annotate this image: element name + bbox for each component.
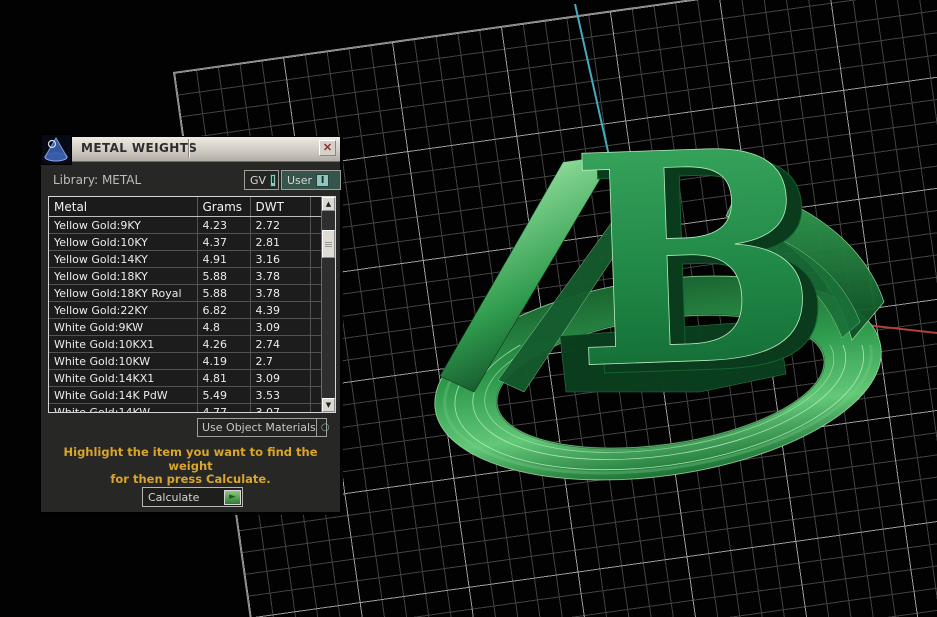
table-row[interactable]: White Gold:10KW 4.19 2.7 <box>49 353 321 370</box>
user-label: User <box>287 174 312 187</box>
scrollbar-grip <box>325 242 332 248</box>
cell-spacer <box>310 336 321 353</box>
cell-metal[interactable]: White Gold:10KX1 <box>49 336 197 353</box>
table-scrollbar[interactable]: ▲ ▼ <box>321 197 335 412</box>
cell-grams[interactable]: 6.82 <box>197 302 250 319</box>
cell-spacer <box>310 370 321 387</box>
table-row[interactable]: Yellow Gold:10KY 4.37 2.81 <box>49 234 321 251</box>
cell-dwt[interactable]: 3.53 <box>250 387 310 404</box>
table-row[interactable]: White Gold:10KX1 4.26 2.74 <box>49 336 321 353</box>
table-row[interactable]: White Gold:14KW 4.77 3.07 <box>49 404 321 414</box>
cell-grams[interactable]: 4.91 <box>197 251 250 268</box>
cell-spacer <box>310 302 321 319</box>
calculate-button[interactable]: Calculate ► <box>142 487 243 507</box>
x-axis-line <box>866 325 937 333</box>
table-row[interactable]: Yellow Gold:18KY 5.88 3.78 <box>49 268 321 285</box>
cell-spacer <box>310 268 321 285</box>
table-row[interactable]: Yellow Gold:9KY 4.23 2.72 <box>49 217 321 234</box>
cell-metal[interactable]: White Gold:10KW <box>49 353 197 370</box>
table-row[interactable]: Yellow Gold:22KY 6.82 4.39 <box>49 302 321 319</box>
instruction-text: Highlight the item you want to find the … <box>41 446 340 487</box>
svg-text:B: B <box>566 86 823 434</box>
calculate-label: Calculate <box>148 491 224 504</box>
col-header-dwt: DWT <box>250 197 310 217</box>
cell-dwt[interactable]: 2.7 <box>250 353 310 370</box>
scroll-up-icon[interactable]: ▲ <box>322 197 335 211</box>
use-object-materials-label: Use Object Materials <box>198 421 316 434</box>
play-icon: ► <box>224 490 241 505</box>
gv-label: GV <box>250 174 266 187</box>
table-row[interactable]: White Gold:9KW 4.8 3.09 <box>49 319 321 336</box>
table-row[interactable]: Yellow Gold:14KY 4.91 3.16 <box>49 251 321 268</box>
instruction-line-1: Highlight the item you want to find the … <box>41 446 340 473</box>
cell-spacer <box>310 404 321 414</box>
table-row[interactable]: White Gold:14KX1 4.81 3.09 <box>49 370 321 387</box>
cell-metal[interactable]: Yellow Gold:18KY <box>49 268 197 285</box>
cell-grams[interactable]: 4.77 <box>197 404 250 414</box>
col-header-spacer <box>310 197 321 217</box>
cell-metal[interactable]: Yellow Gold:10KY <box>49 234 197 251</box>
letter-b: B B <box>566 85 838 443</box>
col-header-metal: Metal <box>49 197 197 217</box>
cell-spacer <box>310 285 321 302</box>
cell-dwt[interactable]: 3.78 <box>250 268 310 285</box>
titlebar-divider <box>188 139 189 158</box>
material-led-icon: ○ <box>316 419 334 436</box>
scroll-down-icon[interactable]: ▼ <box>322 398 335 412</box>
table-header-row: Metal Grams DWT <box>49 197 321 217</box>
cell-spacer <box>310 319 321 336</box>
cell-metal[interactable]: Yellow Gold:18KY Royal <box>49 285 197 302</box>
cell-grams[interactable]: 4.26 <box>197 336 250 353</box>
cell-spacer <box>310 353 321 370</box>
cell-dwt[interactable]: 3.09 <box>250 370 310 387</box>
cell-grams[interactable]: 4.19 <box>197 353 250 370</box>
table-row[interactable]: White Gold:14K PdW 5.49 3.53 <box>49 387 321 404</box>
cell-dwt[interactable]: 2.72 <box>250 217 310 234</box>
cell-dwt[interactable]: 2.74 <box>250 336 310 353</box>
close-icon[interactable]: ✕ <box>319 140 336 156</box>
user-info-icon: I <box>316 174 329 187</box>
table-row[interactable]: Yellow Gold:18KY Royal 5.88 3.78 <box>49 285 321 302</box>
dialog-title: METAL WEIGHTS <box>81 141 197 155</box>
cell-spacer <box>310 234 321 251</box>
cell-dwt[interactable]: 3.16 <box>250 251 310 268</box>
cell-metal[interactable]: White Gold:14K PdW <box>49 387 197 404</box>
metal-weights-dialog: METAL WEIGHTS ✕ Library: METAL GV I User… <box>40 136 341 513</box>
cell-dwt[interactable]: 3.07 <box>250 404 310 414</box>
gv-library-button[interactable]: GV I <box>244 170 279 190</box>
library-label: Library: METAL <box>53 173 141 187</box>
cell-spacer <box>310 217 321 234</box>
cell-grams[interactable]: 5.88 <box>197 285 250 302</box>
cell-grams[interactable]: 4.37 <box>197 234 250 251</box>
cell-dwt[interactable]: 3.78 <box>250 285 310 302</box>
metal-table: Metal Grams DWT Yellow Gold:9KY 4.23 2.7… <box>48 196 336 413</box>
app-gem-icon <box>41 134 72 165</box>
cell-dwt[interactable]: 2.81 <box>250 234 310 251</box>
ring-model[interactable]: B B <box>422 85 895 506</box>
cell-spacer <box>310 251 321 268</box>
use-object-materials-button[interactable]: Use Object Materials ○ <box>197 418 327 437</box>
cell-metal[interactable]: White Gold:14KW <box>49 404 197 414</box>
cell-grams[interactable]: 5.49 <box>197 387 250 404</box>
cell-grams[interactable]: 4.23 <box>197 217 250 234</box>
cell-metal[interactable]: Yellow Gold:14KY <box>49 251 197 268</box>
cell-metal[interactable]: Yellow Gold:22KY <box>49 302 197 319</box>
instruction-line-2: for then press Calculate. <box>41 473 340 487</box>
cell-metal[interactable]: White Gold:9KW <box>49 319 197 336</box>
cell-spacer <box>310 387 321 404</box>
cell-grams[interactable]: 5.88 <box>197 268 250 285</box>
cell-metal[interactable]: Yellow Gold:9KY <box>49 217 197 234</box>
cell-dwt[interactable]: 3.09 <box>250 319 310 336</box>
scrollbar-thumb[interactable] <box>322 230 335 258</box>
dialog-titlebar[interactable]: METAL WEIGHTS ✕ <box>41 137 340 162</box>
col-header-grams: Grams <box>197 197 250 217</box>
gv-info-icon: I <box>270 174 276 187</box>
cell-grams[interactable]: 4.8 <box>197 319 250 336</box>
cell-dwt[interactable]: 4.39 <box>250 302 310 319</box>
cell-metal[interactable]: White Gold:14KX1 <box>49 370 197 387</box>
cell-grams[interactable]: 4.81 <box>197 370 250 387</box>
user-library-button[interactable]: User I <box>281 170 341 190</box>
